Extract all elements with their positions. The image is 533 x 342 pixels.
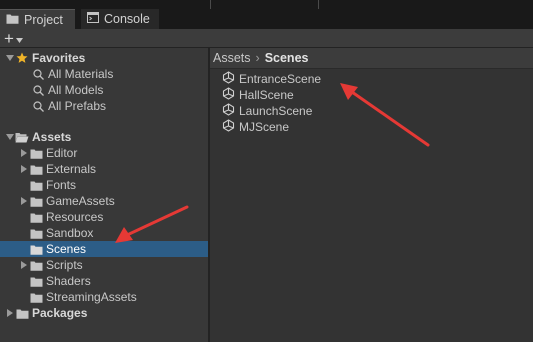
top-divider-1 [210,0,211,9]
unity-scene-icon [222,71,235,87]
expand-arrow-icon[interactable] [5,50,15,66]
collapsed-arrow-icon[interactable] [5,305,15,321]
favorite-item-label: All Models [48,83,104,97]
folder-icon [29,145,43,161]
favorite-item[interactable]: All Models [0,82,208,98]
folder-label: Scenes [46,242,87,256]
collapsed-arrow-icon[interactable] [19,257,29,273]
favorite-item[interactable]: All Materials [0,66,208,82]
folder-row[interactable]: Externals [0,161,208,177]
folder-icon [29,193,43,209]
breadcrumb: Assets › Scenes [210,48,533,69]
breadcrumb-assets[interactable]: Assets [213,51,251,65]
folder-row[interactable]: Shaders [0,273,208,289]
folder-row[interactable]: Resources [0,209,208,225]
expand-arrow-icon[interactable] [5,129,15,145]
assets-label: Assets [32,130,72,144]
favorites-label: Favorites [32,51,86,65]
scene-name: MJScene [239,120,290,134]
scene-name: HallScene [239,88,294,102]
project-tree-panel: Favorites All Materials All Models All P… [0,48,208,342]
folder-icon [29,241,43,257]
tab-project[interactable]: Project [0,9,75,29]
add-asset-button[interactable]: + [4,30,34,47]
console-icon [87,12,99,26]
search-icon [31,82,45,98]
breadcrumb-separator-icon: › [255,51,260,65]
folder-open-icon [15,129,29,145]
scene-name: EntranceScene [239,72,322,86]
packages-label: Packages [32,306,88,320]
collapsed-arrow-icon[interactable] [19,193,29,209]
folder-label: Editor [46,146,78,160]
top-divider-2 [318,0,319,9]
folder-icon [29,273,43,289]
collapsed-arrow-icon[interactable] [19,161,29,177]
favorite-item-label: All Prefabs [48,99,107,113]
folder-row[interactable]: Sandbox [0,225,208,241]
folder-row-selected[interactable]: Scenes [0,241,208,257]
scene-asset-item[interactable]: LaunchScene [222,103,312,119]
scene-name: LaunchScene [239,104,313,118]
folder-icon [29,177,43,193]
folder-row[interactable]: Editor [0,145,208,161]
project-toolbar: + [0,29,533,48]
folder-icon [29,161,43,177]
asset-list-panel: Assets › Scenes EntranceScene HallScene … [210,48,533,342]
favorite-item[interactable]: All Prefabs [0,98,208,114]
folder-label: Fonts [46,178,77,192]
breadcrumb-scenes[interactable]: Scenes [265,51,309,65]
folder-icon [15,305,29,321]
scene-asset-item[interactable]: MJScene [222,119,289,135]
scene-asset-item[interactable]: HallScene [222,87,294,103]
unity-scene-icon [222,119,235,135]
folder-label: Sandbox [46,226,94,240]
folder-label: Shaders [46,274,91,288]
folder-label: StreamingAssets [46,290,137,304]
folder-icon [29,289,43,305]
folder-label: Resources [46,210,104,224]
folder-label: GameAssets [46,194,115,208]
folder-icon [29,225,43,241]
tab-project-label: Project [24,12,63,27]
folder-row[interactable]: GameAssets [0,193,208,209]
favorites-row[interactable]: Favorites [0,50,208,66]
plus-icon: + [4,29,14,48]
favorite-item-label: All Materials [48,67,114,81]
window-top-strip [0,0,533,9]
star-icon [15,50,29,66]
tab-console-label: Console [104,12,150,26]
search-icon [31,66,45,82]
tab-bar: Project Console [0,9,533,29]
unity-scene-icon [222,87,235,103]
search-icon [31,98,45,114]
folder-row[interactable]: Fonts [0,177,208,193]
unity-scene-icon [222,103,235,119]
tab-console[interactable]: Console [81,9,159,29]
folder-icon [29,209,43,225]
packages-row[interactable]: Packages [0,305,208,321]
folder-row[interactable]: StreamingAssets [0,289,208,305]
collapsed-arrow-icon[interactable] [19,145,29,161]
folder-icon [29,257,43,273]
folder-row[interactable]: Scripts [0,257,208,273]
assets-row[interactable]: Assets [0,129,208,145]
folder-label: Externals [46,162,97,176]
folder-icon [6,13,19,27]
scene-asset-item[interactable]: EntranceScene [222,71,321,87]
caret-down-icon [15,32,23,46]
folder-label: Scripts [46,258,83,272]
